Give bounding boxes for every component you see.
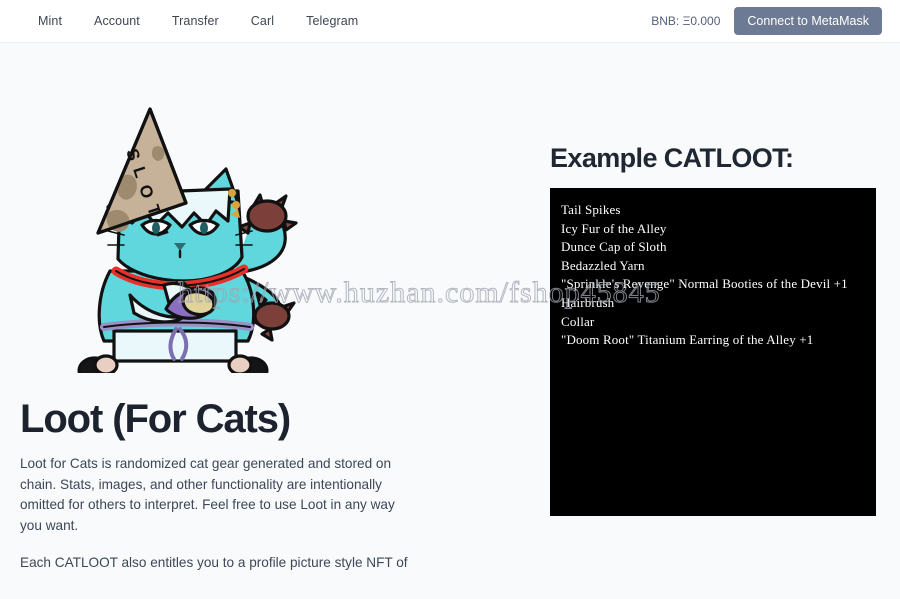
loot-item: Dunce Cap of Sloth [561,239,667,255]
bnb-balance-label: BNB: Ξ0.000 [651,14,721,28]
hero-paragraph-1: Loot for Cats is randomized cat gear gen… [20,456,395,533]
top-navbar: Mint Account Transfer Carl Telegram BNB:… [0,0,900,43]
nav-link-telegram[interactable]: Telegram [290,8,374,34]
loot-item: Collar [561,313,595,329]
nav-link-carl[interactable]: Carl [235,8,290,34]
hero-paragraph-2: Each CATLOOT also entitles you to a prof… [20,555,408,571]
nav-link-account[interactable]: Account [78,8,156,34]
loot-item: Icy Fur of the Alley [561,220,667,236]
loot-item: Tail Spikes [561,202,621,217]
connect-metamask-button[interactable]: Connect to MetaMask [734,6,882,36]
page-body: S L O T H [0,43,900,599]
loot-item: "Doom Root" Titanium Earring of the Alle… [561,332,814,348]
loot-panel: Tail Spikes Icy Fur of the Alley Dunce C… [550,188,876,516]
nav-link-transfer[interactable]: Transfer [156,8,235,34]
example-catloot-heading: Example CATLOOT: [550,143,794,173]
navbar-right-group: BNB: Ξ0.000 Connect to MetaMask [651,6,882,36]
loot-item: Hairbrush [561,294,615,310]
nav-link-mint[interactable]: Mint [22,8,78,34]
nav-links: Mint Account Transfer Carl Telegram [22,8,374,34]
right-column: Example CATLOOT: Tail Spikes Icy Fur of … [450,43,880,599]
page-title: Loot (For Cats) [20,397,291,441]
loot-item: Bedazzled Yarn [561,257,645,273]
loot-item: "Sprinkle's Revenge" Normal Booties of t… [561,276,848,292]
left-column: S L O T H [20,43,450,599]
sloth-cat-illustration: S L O T H [38,73,318,373]
